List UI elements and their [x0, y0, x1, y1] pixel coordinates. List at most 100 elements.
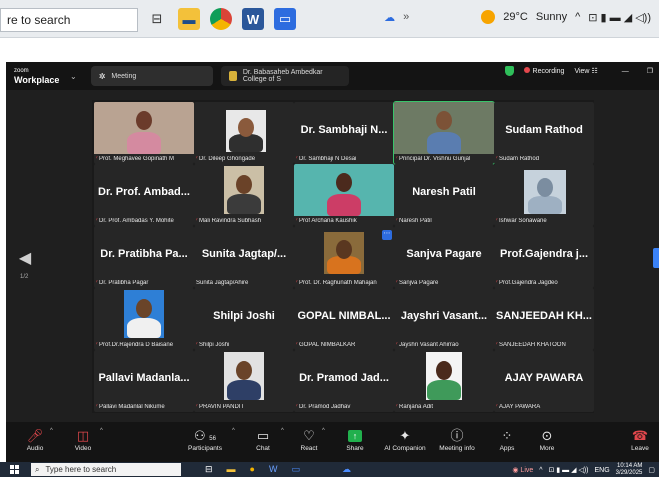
zoom-toolbar: 🎤︎ Audio ^ ◫ Video ^ ⚇ 56 Participants ^ ▭ C… — [6, 422, 659, 462]
bottom-search-box[interactable]: ⌕ Type here to search — [31, 463, 181, 476]
participant-tile[interactable]: ⁄ Dr. Dileep Ghongade — [194, 102, 294, 164]
participant-tile[interactable]: Shilpi Joshi ⁄ Shilpi Joshi — [194, 288, 294, 350]
participants-caret-icon[interactable]: ^ — [232, 428, 235, 434]
zoom-logo: zoom Workplace — [14, 68, 60, 85]
more-button[interactable]: ⊙ More — [520, 427, 574, 452]
view-button[interactable]: View ☷ — [574, 67, 597, 75]
shield-icon[interactable] — [504, 66, 514, 76]
top-taskbar: re to search ⊟ ▬ W ▭ ☁ » 29°C Sunny ^ ⊡ … — [0, 0, 659, 38]
participant-tile[interactable]: SANJEEDAH KH... ⁄ SANJEEDAH KHATOON — [494, 288, 594, 350]
participant-tile[interactable]: Pallavi Madanla... ⁄ Pallavi Madanlal Niku… — [94, 350, 194, 412]
participant-name: Prof.Gajendra Jagdeo — [499, 280, 558, 286]
cloud-icon[interactable]: ☁ — [342, 464, 351, 475]
participant-tile[interactable]: Jayshri Vasant... ⁄ Jayshri Vasant Ahirrao — [394, 288, 494, 350]
mic-muted-icon: ⁄ — [396, 280, 398, 286]
ai-companion-button[interactable]: ✦ AI Companion — [378, 427, 432, 452]
participant-tile[interactable]: ⁄ Prof.Dr.Rajendra D Baisane — [94, 288, 194, 350]
tray-chevron-icon[interactable]: ^ — [539, 467, 542, 474]
mic-muted-icon: 🎤︎ — [26, 428, 44, 443]
participant-tile[interactable]: Dr. Prof. Ambad... ⁄ Dr. Prof. Ambadas Y. … — [94, 164, 194, 226]
participants-button[interactable]: ⚇ 56 Participants — [178, 427, 232, 452]
leave-button[interactable]: ☎ Leave — [618, 427, 659, 452]
participant-tile[interactable]: Sanjva Pagare ⁄ Sanjva Pagare — [394, 226, 494, 288]
tray-icons[interactable]: ⊡ ▮ ▬ ◢ ◁)) — [549, 466, 589, 474]
video-caret-icon[interactable]: ^ — [100, 428, 103, 434]
chrome-icon[interactable]: ● — [250, 464, 255, 475]
cloud-icon[interactable]: ☁ — [384, 11, 395, 24]
participant-name: Mali Ravindra Subhash — [199, 218, 262, 224]
tray-icons[interactable]: ⊡ ▮ ▬ ◢ ◁)) — [588, 11, 651, 24]
meeting-info-button[interactable]: ⓘ Meeting info — [430, 427, 484, 452]
task-view-icon[interactable]: ⊟ — [146, 8, 168, 30]
participant-tile[interactable]: ⁄ PRAVIN PANDIT — [194, 350, 294, 412]
notification-icon[interactable]: ▢ — [648, 466, 655, 474]
participant-tile[interactable]: GOPAL NIMBAL... ⁄ GOPAL NIMBALKAR — [294, 288, 394, 350]
minimize-button[interactable]: — — [622, 68, 629, 75]
participant-tile[interactable]: ⁄ Ishwar Sonawane — [494, 164, 594, 226]
language-indicator[interactable]: ENG — [595, 467, 610, 474]
zoom-app-icon[interactable]: ▭ — [291, 464, 300, 475]
file-explorer-icon[interactable]: ▬ — [178, 8, 200, 30]
audio-button[interactable]: 🎤︎ Audio — [8, 427, 62, 452]
react-caret-icon[interactable]: ^ — [322, 428, 325, 434]
participant-tile[interactable]: Sudam Rathod ⁄ Sudam Rathod — [494, 102, 594, 164]
tile-more-options-icon[interactable]: ⋯ — [382, 230, 392, 240]
participant-tile[interactable]: AJAY PAWARA ⁄ AJAY PAWARA — [494, 350, 594, 412]
previous-page-arrow-icon[interactable]: ◀ — [16, 248, 34, 268]
mic-muted-icon: ⁄ — [296, 404, 298, 410]
participant-tile[interactable]: Naresh Patil ⁄ Naresh Patil — [394, 164, 494, 226]
overflow-chevron-icon[interactable]: » — [403, 11, 409, 23]
participant-tile[interactable]: Sunita Jagtap/... Sunita Jagtap/Ahire — [194, 226, 294, 288]
chrome-icon[interactable] — [210, 8, 232, 30]
restore-button[interactable]: ❐ — [647, 67, 653, 75]
mic-muted-icon: ⁄ — [96, 404, 98, 410]
recording-indicator[interactable]: Recording — [523, 67, 564, 75]
participant-tile[interactable]: Dr. Pratibha Pa... ⁄ Dr. Pratibha Pagar — [94, 226, 194, 288]
participant-name: Naresh Patil — [399, 218, 432, 224]
tab-meeting-label: Meeting — [111, 72, 137, 80]
tab-meeting[interactable]: ✲ Meeting — [90, 66, 213, 86]
task-view-icon[interactable]: ⊟ — [205, 464, 213, 475]
participant-tile[interactable]: Dr. Sambhaji N... ⁄ Dr. Sambhaji N Desai — [294, 102, 394, 164]
participant-name-label: ⁄ Prof.Dr.Rajendra D Baisane — [96, 342, 192, 348]
participant-tile[interactable]: ⁄ Prof Archana Kaushik — [294, 164, 394, 226]
participant-tile[interactable]: Prof.Gajendra j... ⁄ Prof.Gajendra Jagdeo — [494, 226, 594, 288]
share-button[interactable]: ↑ Share — [328, 427, 382, 452]
weather-temp[interactable]: 29°C — [503, 11, 528, 23]
participant-tile[interactable]: ⁄ Ranjana Adit — [394, 350, 494, 412]
mic-muted-icon: ⁄ — [96, 218, 98, 224]
participant-tile[interactable]: Dr. Pramod Jad... ⁄ Dr. Pramod Jadhav — [294, 350, 394, 412]
participants-icon: ⚇ 56 — [194, 428, 216, 443]
participant-video — [294, 226, 394, 278]
weather-desc[interactable]: Sunny — [536, 11, 567, 23]
participant-name: Sudam Rathod — [499, 156, 540, 162]
participant-tile[interactable]: ⁄ Principal Dr. Vishnu Gunjal — [393, 101, 495, 165]
top-taskbar-icons: ⊟ ▬ W ▭ — [146, 6, 296, 32]
tab-college-label: Dr. Babasaheb Ambedkar College of S — [242, 69, 323, 83]
word-icon[interactable]: W — [269, 464, 278, 475]
mic-muted-icon: ⁄ — [396, 218, 398, 224]
tab-college[interactable]: Dr. Babasaheb Ambedkar College of S — [220, 66, 349, 86]
top-search-box[interactable]: re to search — [0, 8, 138, 32]
participant-name: SANJEEDAH KHATOON — [499, 342, 566, 348]
bottom-taskbar: ⌕ Type here to search ⊟ ▬ ● W ▭ ☁ ◉ Live… — [0, 462, 659, 477]
zoom-app-icon[interactable]: ▭ — [274, 8, 296, 30]
windows-start-icon[interactable] — [10, 465, 19, 474]
live-indicator[interactable]: ◉ Live — [512, 466, 533, 474]
word-icon[interactable]: W — [242, 8, 264, 30]
file-explorer-icon[interactable]: ▬ — [227, 464, 236, 475]
participant-name-label: ⁄ GOPAL NIMBALKAR — [296, 342, 392, 348]
participant-display-name: Shilpi Joshi — [213, 310, 275, 322]
participant-name-label: ⁄ Sanjva Pagare — [396, 280, 492, 286]
tray-chevron-icon[interactable]: ^ — [575, 11, 580, 23]
participant-name: Dr. Pramod Jadhav — [299, 404, 351, 410]
participant-name: Ishwar Sonawane — [499, 218, 547, 224]
chevron-down-icon[interactable]: ⌄ — [70, 72, 77, 81]
participant-name: Prof Archana Kaushik — [299, 218, 357, 224]
clock[interactable]: 10:14 AM 3/29/2025 — [616, 463, 643, 477]
participant-tile[interactable]: ⁄ Prof. Meghavee Gopinath M — [94, 102, 194, 164]
participant-tile[interactable]: ⁄ Prof. Dr. Raghunath Mahajan — [294, 226, 394, 288]
next-page-arrow[interactable] — [653, 248, 659, 268]
audio-caret-icon[interactable]: ^ — [50, 428, 53, 434]
participant-tile[interactable]: ⁄ Mali Ravindra Subhash — [194, 164, 294, 226]
